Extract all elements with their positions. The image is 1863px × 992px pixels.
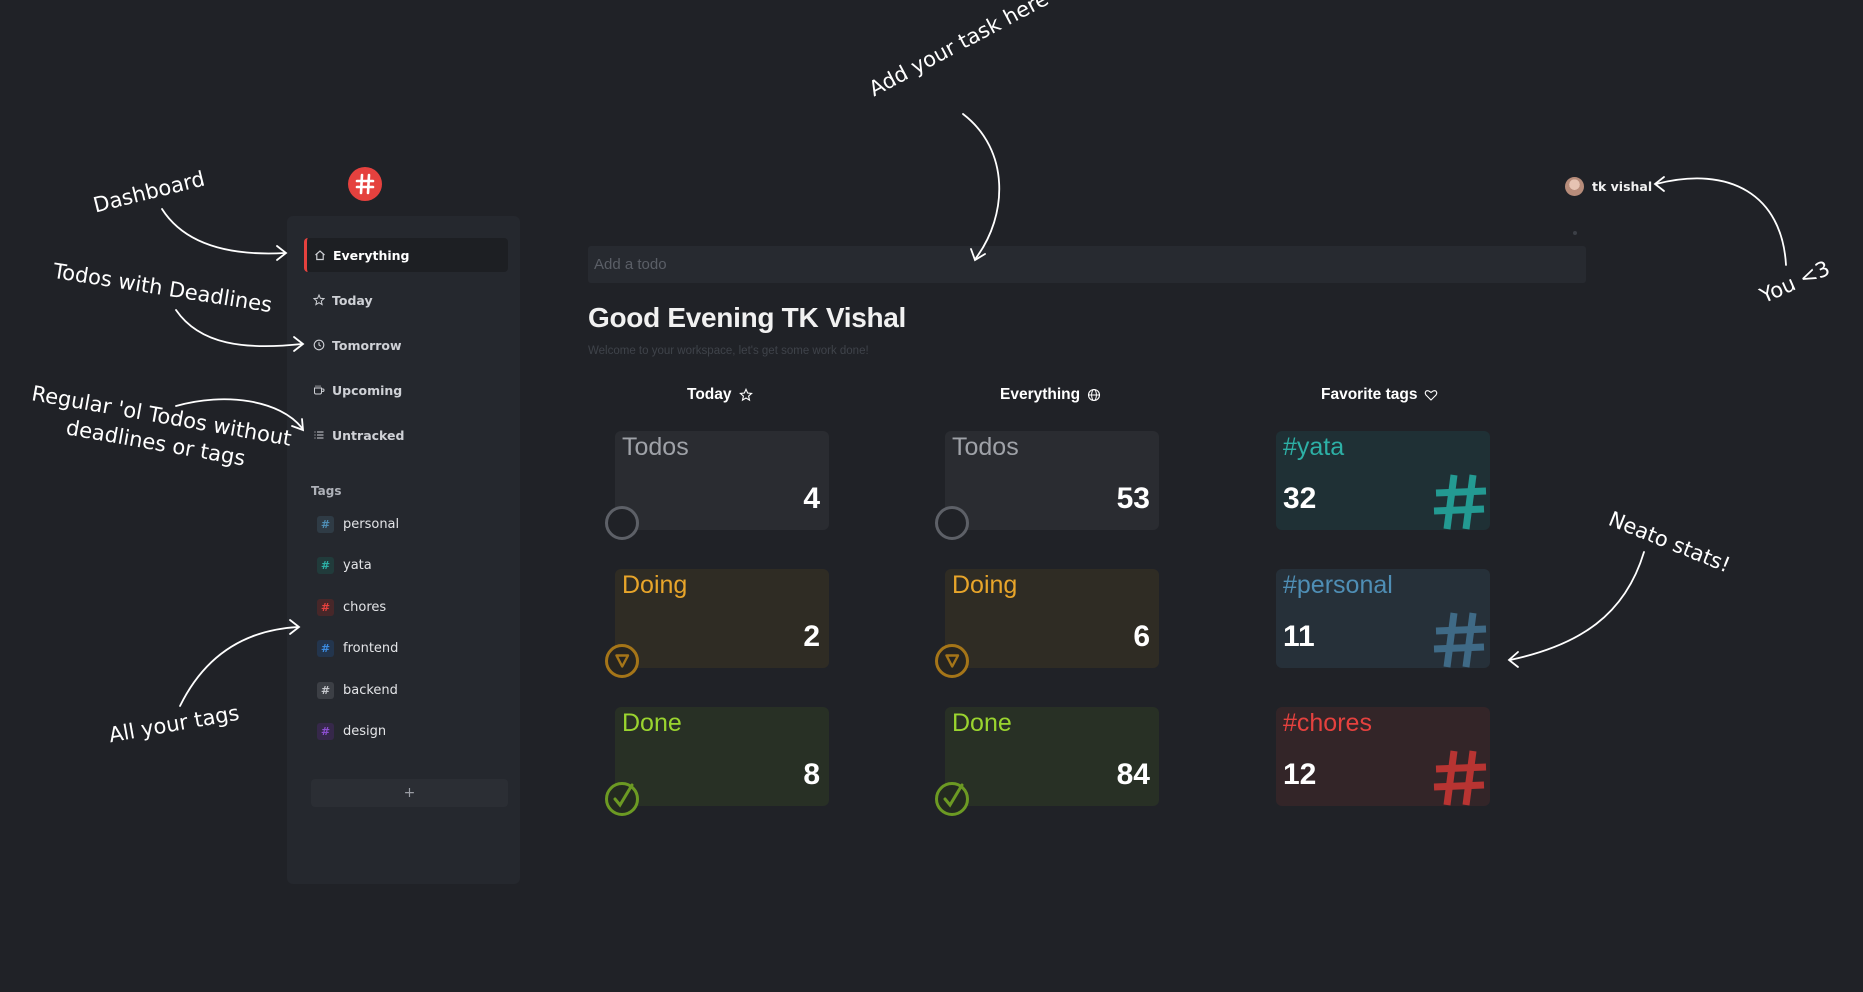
annotation-arrows: [161, 113, 1787, 707]
